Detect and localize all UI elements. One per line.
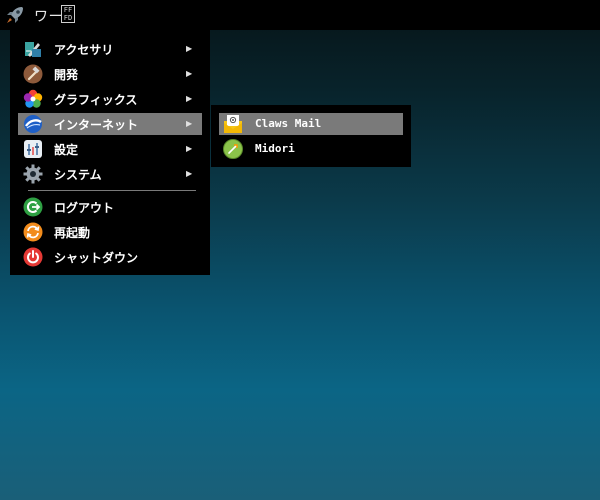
menu-item-label: システム [54, 168, 102, 182]
development-hammer-icon [23, 64, 43, 84]
menu-item-label: シャットダウン [54, 251, 139, 265]
menu-item-accessories[interactable]: アクセサリ ▶ [18, 38, 202, 60]
menu-item-reboot[interactable]: 再起動 [18, 221, 202, 243]
menu-item-label: 開発 [54, 68, 79, 82]
submenu-item-label: Midori [255, 142, 295, 155]
menu-item-label: アクセサリ [54, 43, 114, 57]
submenu-arrow-icon: ▶ [186, 69, 193, 78]
internet-submenu: Claws Mail Midori [211, 105, 411, 167]
submenu-arrow-icon: ▶ [186, 94, 193, 103]
application-menu: アクセサリ ▶ 開発 ▶ グラフィックス ▶ インターネット ▶ 設定 ▶ シス… [10, 30, 210, 275]
workspace-label[interactable]: ワー [34, 6, 63, 26]
menu-item-logout[interactable]: ログアウト [18, 196, 202, 218]
menu-item-label: ログアウト [54, 201, 115, 215]
accessories-icon [25, 42, 41, 57]
mail-envelope-icon [224, 115, 242, 133]
internet-globe-icon [24, 115, 42, 133]
menu-item-development[interactable]: 開発 ▶ [18, 63, 202, 85]
settings-icon [24, 140, 42, 158]
unknown-glyph-box: FF FD [61, 5, 75, 23]
menu-item-label: グラフィックス [54, 93, 138, 107]
graphics-flower-icon [23, 89, 43, 108]
submenu-arrow-icon: ▶ [186, 169, 193, 178]
reboot-icon [23, 222, 43, 242]
glyph-top: FF [63, 6, 73, 14]
top-panel: ワー FF FD [0, 0, 600, 30]
menu-item-label: 設定 [54, 143, 79, 157]
submenu-item-claws-mail[interactable]: Claws Mail [219, 113, 403, 135]
midori-browser-icon [223, 139, 243, 159]
submenu-item-label: Claws Mail [255, 117, 322, 130]
submenu-arrow-icon: ▶ [186, 144, 193, 153]
menu-item-internet[interactable]: インターネット ▶ [18, 113, 202, 135]
menu-item-system[interactable]: システム ▶ [18, 163, 202, 185]
rocket-icon[interactable] [4, 4, 26, 26]
menu-item-label: インターネット [54, 118, 139, 132]
logout-icon [23, 197, 43, 217]
menu-item-settings[interactable]: 設定 ▶ [18, 138, 202, 160]
submenu-arrow-icon: ▶ [186, 44, 193, 53]
menu-item-graphics[interactable]: グラフィックス ▶ [18, 88, 202, 110]
glyph-bottom: FD [63, 14, 73, 22]
menu-divider [28, 190, 196, 191]
submenu-arrow-icon: ▶ [186, 119, 193, 128]
menu-item-label: 再起動 [54, 226, 91, 240]
menu-item-shutdown[interactable]: シャットダウン [18, 246, 202, 268]
shutdown-icon [23, 247, 43, 267]
submenu-item-midori[interactable]: Midori [219, 138, 403, 160]
system-gear-icon [23, 164, 43, 184]
